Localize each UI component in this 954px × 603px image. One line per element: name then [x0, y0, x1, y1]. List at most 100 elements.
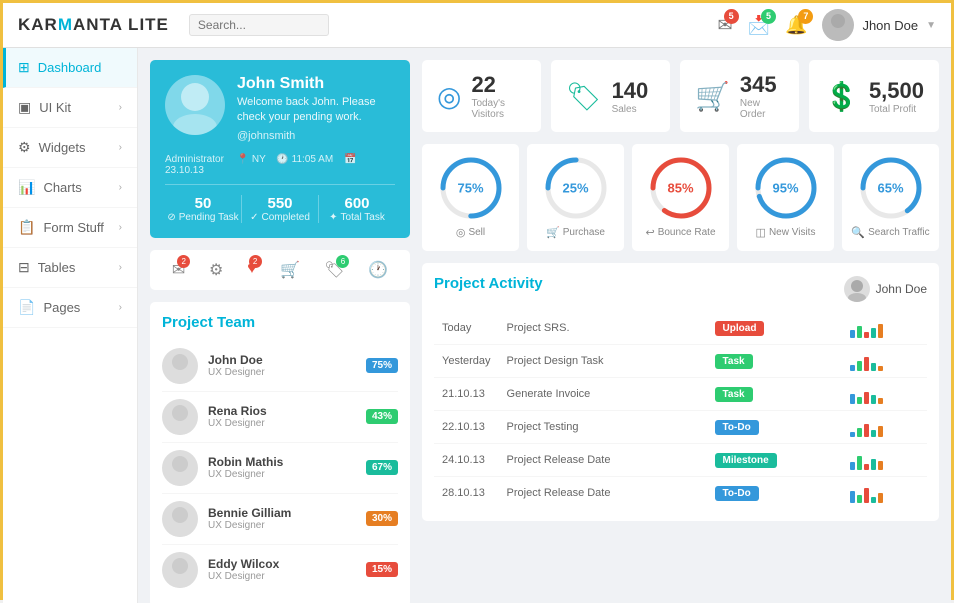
- heart-action-btn[interactable]: ♥ 2: [247, 260, 257, 280]
- team-avatar: [162, 399, 198, 435]
- sidebar-item-pages[interactable]: 📄 Pages ›: [3, 288, 137, 328]
- activity-avatar: [844, 276, 870, 302]
- activity-tag: Upload: [715, 321, 765, 336]
- project-team-title: Project Team: [162, 314, 398, 331]
- team-member-role: UX Designer: [208, 469, 366, 480]
- team-list: John Doe UX Designer 75% Rena Rios UX De…: [162, 341, 398, 595]
- chevron-right-icon-6: ›: [119, 302, 122, 313]
- sidebar-item-dashboard[interactable]: ⊞ Dashboard: [3, 48, 137, 88]
- circle-label-text: Bounce Rate: [658, 227, 716, 238]
- email-action-btn[interactable]: ✉ 2: [172, 260, 185, 280]
- team-row: Eddy Wilcox UX Designer 15%: [162, 545, 398, 595]
- circle-card: 25% 🛒 Purchase: [527, 144, 624, 251]
- stat-completed: 550 ✓ Completed: [242, 195, 319, 223]
- bar-segment: [857, 428, 862, 437]
- bell-nav-icon[interactable]: 🔔 7: [785, 15, 807, 36]
- circles-row: 75% ◎ Sell 25% 🛒 Purchase 85% ↩: [422, 144, 939, 251]
- bar-segment: [871, 328, 876, 338]
- activity-bar-chart: [850, 417, 919, 437]
- activity-tag: To-Do: [715, 420, 759, 435]
- profile-info: John Smith Welcome back John. Please che…: [237, 75, 395, 142]
- team-member-name: Robin Mathis: [208, 455, 366, 469]
- team-info: Rena Rios UX Designer: [208, 404, 366, 429]
- sidebar-label-uikit: UI Kit: [39, 100, 71, 115]
- circle-label: ◫ New Visits: [756, 226, 816, 239]
- circle-label: 🔍 Search Traffic: [851, 226, 929, 239]
- circle-pct-text: 65%: [877, 181, 903, 196]
- activity-desc: Project Release Date: [499, 477, 707, 510]
- team-row: Robin Mathis UX Designer 67%: [162, 443, 398, 494]
- inbox-badge: 5: [761, 9, 776, 24]
- activity-date: 21.10.13: [434, 378, 499, 411]
- sidebar-item-tables[interactable]: ⊟ Tables ›: [3, 248, 137, 288]
- chevron-right-icon-4: ›: [119, 222, 122, 233]
- inbox-nav-icon[interactable]: 📩 5: [748, 15, 770, 36]
- cart-action-btn[interactable]: 🛒: [280, 260, 300, 280]
- profile-name: John Smith: [237, 75, 395, 93]
- activity-desc: Project Design Task: [499, 345, 707, 378]
- sidebar-item-form[interactable]: 📋 Form Stuff ›: [3, 208, 137, 248]
- sidebar-label-dashboard: Dashboard: [38, 60, 102, 75]
- user-avatar: [822, 9, 854, 41]
- activity-row: 21.10.13 Generate Invoice Task: [434, 378, 927, 411]
- right-column: ◎ 22 Today's Visitors 🏷 140 Sales 🛒 345 …: [422, 60, 939, 603]
- team-avatar: [162, 348, 198, 384]
- settings-action-icon: ⚙: [209, 260, 223, 280]
- stat-completed-label: ✓ Completed: [242, 212, 318, 223]
- team-pct-badge: 43%: [366, 409, 398, 424]
- settings-action-btn[interactable]: ⚙: [209, 260, 223, 280]
- user-menu[interactable]: Jhon Doe ▼: [822, 9, 936, 41]
- team-member-name: Rena Rios: [208, 404, 366, 418]
- team-pct-badge: 75%: [366, 358, 398, 373]
- circle-icon: ◎: [456, 226, 466, 239]
- clock-action-btn[interactable]: 🕐: [368, 260, 388, 280]
- activity-tag-cell: Milestone: [707, 444, 842, 477]
- sidebar-item-widgets[interactable]: ⚙ Widgets ›: [3, 128, 137, 168]
- activity-table: Today Project SRS. Upload Yesterday Proj…: [434, 312, 927, 509]
- email-nav-icon[interactable]: ✉ 5: [718, 15, 733, 36]
- bar-segment: [850, 365, 855, 371]
- team-avatar: [162, 552, 198, 588]
- circle-card: 95% ◫ New Visits: [737, 144, 834, 251]
- stat-completed-number: 550: [242, 195, 318, 212]
- user-name: Jhon Doe: [862, 18, 918, 33]
- search-box[interactable]: [189, 14, 329, 36]
- activity-bars-cell: [842, 345, 927, 378]
- search-input[interactable]: [198, 18, 320, 32]
- bar-segment: [878, 366, 883, 371]
- stat-card: 🏷 140 Sales: [551, 60, 670, 132]
- activity-bar-chart: [850, 318, 919, 338]
- tag-action-btn[interactable]: 🏷 6: [324, 260, 344, 280]
- circle-icon: 🛒: [546, 226, 560, 239]
- activity-bars-cell: [842, 378, 927, 411]
- activity-row: 28.10.13 Project Release Date To-Do: [434, 477, 927, 510]
- stat-card-icon: 💲: [824, 80, 859, 113]
- sidebar-item-uikit[interactable]: ▣ UI Kit ›: [3, 88, 137, 128]
- stat-total-label: ✦ Total Task: [319, 212, 395, 223]
- activity-user-name: John Doe: [876, 282, 927, 296]
- bar-segment: [857, 456, 862, 470]
- bar-segment: [878, 426, 883, 437]
- sidebar-item-charts[interactable]: 📊 Charts ›: [3, 168, 137, 208]
- stat-card-label: Sales: [612, 104, 649, 115]
- circle-pct-text: 25%: [562, 181, 588, 196]
- circle-wrap: 85%: [649, 156, 713, 220]
- stat-pending-label: ⊘ Pending Task: [165, 212, 241, 223]
- stat-card-label: Today's Visitors: [471, 98, 526, 120]
- chevron-right-icon-2: ›: [119, 142, 122, 153]
- stats-row: ◎ 22 Today's Visitors 🏷 140 Sales 🛒 345 …: [422, 60, 939, 132]
- circle-icon: ◫: [756, 226, 766, 239]
- activity-bars-cell: [842, 411, 927, 444]
- activity-bar-chart: [850, 483, 919, 503]
- activity-date: Yesterday: [434, 345, 499, 378]
- team-info: John Doe UX Designer: [208, 353, 366, 378]
- chevron-right-icon: ›: [119, 102, 122, 113]
- team-info: Eddy Wilcox UX Designer: [208, 557, 366, 582]
- bar-segment: [864, 464, 869, 470]
- user-dropdown-icon: ▼: [926, 20, 936, 31]
- profile-avatar: [165, 75, 225, 135]
- stat-card: 💲 5,500 Total Profit: [809, 60, 939, 132]
- team-member-role: UX Designer: [208, 367, 366, 378]
- stat-total-number: 600: [319, 195, 395, 212]
- activity-tag: To-Do: [715, 486, 759, 501]
